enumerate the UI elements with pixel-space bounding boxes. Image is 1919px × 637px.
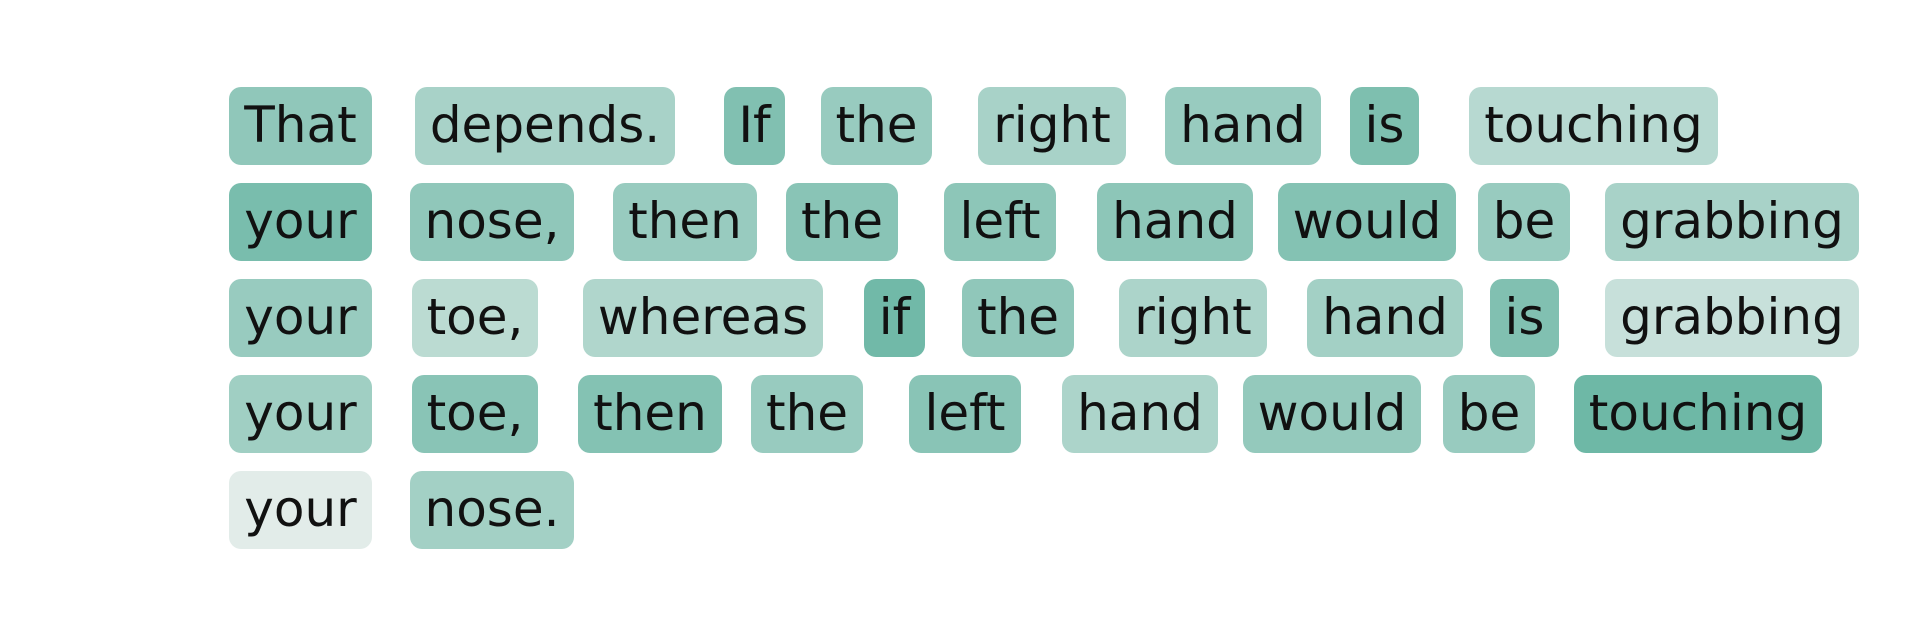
token-chip: hand bbox=[1097, 183, 1253, 261]
token-chip: nose, bbox=[410, 183, 574, 261]
token-row: That depends. If the right hand is touching bbox=[229, 87, 1869, 183]
token-chip: would bbox=[1243, 375, 1421, 453]
token-chip: your bbox=[229, 279, 372, 357]
token-chip: left bbox=[944, 183, 1056, 261]
token-chip: if bbox=[864, 279, 925, 357]
token-chip: is bbox=[1350, 87, 1419, 165]
token-chip: then bbox=[578, 375, 722, 453]
token-chip: the bbox=[786, 183, 898, 261]
token-row: your nose. bbox=[229, 471, 1869, 567]
token-chip: grabbing bbox=[1605, 183, 1859, 261]
token-grid: That depends. If the right hand is touching your… bbox=[229, 87, 1869, 567]
token-chip: right bbox=[978, 87, 1126, 165]
token-chip: the bbox=[962, 279, 1074, 357]
token-chip: If bbox=[724, 87, 785, 165]
token-chip: hand bbox=[1307, 279, 1463, 357]
token-chip: the bbox=[751, 375, 863, 453]
token-row: your nose, then the left hand would be grabbing bbox=[229, 183, 1869, 279]
token-chip: grabbing bbox=[1605, 279, 1859, 357]
token-chip: That bbox=[229, 87, 372, 165]
token-chip: the bbox=[821, 87, 932, 165]
token-chip: be bbox=[1443, 375, 1535, 453]
token-chip: your bbox=[229, 183, 372, 261]
token-chip: your bbox=[229, 471, 372, 549]
token-chip: nose. bbox=[410, 471, 574, 549]
token-chip: toe, bbox=[412, 279, 538, 357]
token-chip: touching bbox=[1574, 375, 1822, 453]
token-chip: touching bbox=[1469, 87, 1718, 165]
token-chip: would bbox=[1278, 183, 1456, 261]
token-chip: hand bbox=[1062, 375, 1218, 453]
token-chip: your bbox=[229, 375, 372, 453]
token-row: your toe, then the left hand would be touching bbox=[229, 375, 1869, 471]
token-chip: then bbox=[613, 183, 757, 261]
token-row: your toe, whereas if the right hand is grabbing bbox=[229, 279, 1869, 375]
token-chip: right bbox=[1119, 279, 1267, 357]
token-chip: depends. bbox=[415, 87, 675, 165]
token-chip: be bbox=[1478, 183, 1570, 261]
token-chip: toe, bbox=[412, 375, 538, 453]
token-chip: whereas bbox=[583, 279, 823, 357]
token-chip: is bbox=[1490, 279, 1559, 357]
token-chip: hand bbox=[1165, 87, 1321, 165]
token-chip: left bbox=[909, 375, 1021, 453]
